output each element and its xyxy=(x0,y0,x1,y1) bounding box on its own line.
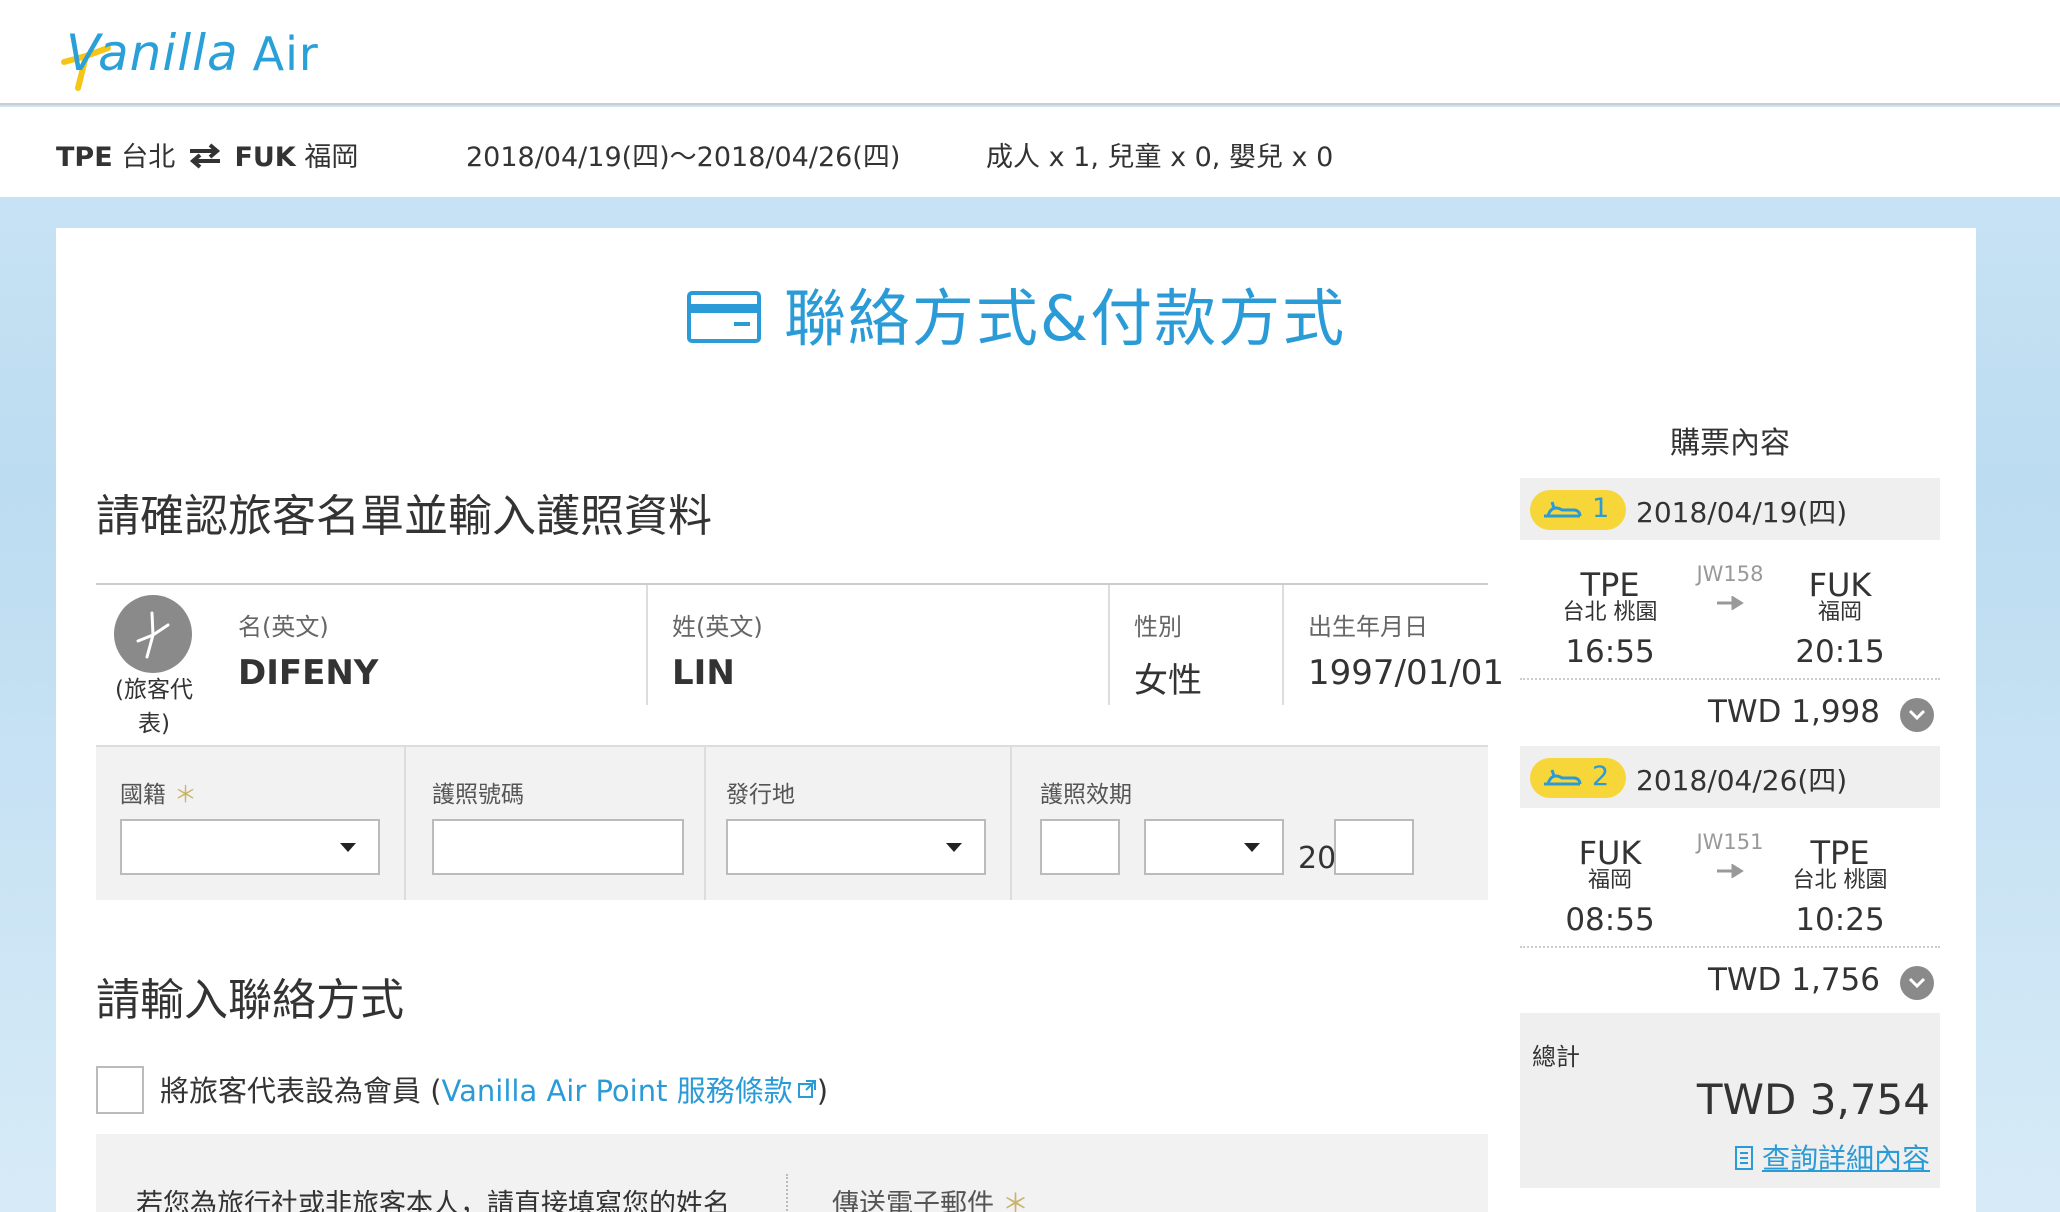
plane-icon xyxy=(1544,501,1582,518)
leg-price: TWD 1,756 xyxy=(1707,962,1880,998)
leg-header: 2 2018/04/26(四) xyxy=(1520,746,1940,808)
external-link-icon xyxy=(797,1080,816,1098)
expand-button[interactable] xyxy=(1900,698,1934,732)
issuing-place-select[interactable] xyxy=(726,819,986,875)
contact-section-title: 請輸入聯絡方式 xyxy=(96,975,404,1026)
avatar xyxy=(114,595,192,673)
logo-wordmark: Vanilla Air xyxy=(66,24,319,82)
issuing-place-label: 發行地 xyxy=(726,782,795,808)
passenger-section-title: 請確認旅客名單並輸入護照資料 xyxy=(96,491,712,542)
vanilla-air-logo[interactable]: Vanilla Air xyxy=(56,18,319,94)
nationality-select[interactable] xyxy=(120,819,380,875)
chevron-down-icon xyxy=(946,843,962,852)
arrow-right-icon xyxy=(1717,864,1744,878)
expand-button[interactable] xyxy=(1900,966,1934,1000)
leg-date: 2018/04/19(四) xyxy=(1636,496,1848,529)
leg-date: 2018/04/26(四) xyxy=(1636,764,1848,797)
column-divider xyxy=(646,585,648,705)
leg-price-row[interactable]: TWD 1,998 xyxy=(1520,680,1940,746)
total-amount: TWD 3,754 xyxy=(1696,1075,1930,1124)
site-header: Vanilla Air xyxy=(0,0,2060,105)
leg-flight-info: TPE 台北 桃園 16:55 JW158 FUK 福岡 20:15 xyxy=(1520,540,1940,680)
passenger-table: (旅客代表) 名(英文) DIFENY 姓(英文) LIN 性別 女性 出生年月… xyxy=(96,583,1504,900)
sidebar-title: 購票內容 xyxy=(1670,426,1790,461)
credit-card-icon xyxy=(686,291,761,343)
set-member-label: 將旅客代表設為會員 (Vanilla Air Point 服務條款) xyxy=(160,1074,829,1108)
passport-number-input[interactable] xyxy=(432,819,684,875)
leg-badge: 2 xyxy=(1530,758,1626,798)
view-details-link[interactable]: 查詢詳細內容 xyxy=(1734,1137,1930,1177)
column-divider xyxy=(704,747,706,900)
plane-icon xyxy=(1544,769,1582,786)
document-icon xyxy=(1734,1146,1753,1170)
contact-divider xyxy=(786,1174,788,1212)
arrival-airport: TPE 台北 桃園 10:25 xyxy=(1792,834,1888,938)
leg-flight-info: FUK 福岡 08:55 JW151 TPE 台北 桃園 10:25 xyxy=(1520,808,1940,948)
set-member-checkbox[interactable] xyxy=(96,1066,144,1114)
gender-value: 女性 xyxy=(1134,661,1202,701)
representative-label: (旅客代表) xyxy=(115,677,193,737)
last-name-value: LIN xyxy=(672,653,735,693)
departure-airport: FUK 福岡 08:55 xyxy=(1565,834,1655,938)
chevron-down-icon xyxy=(340,843,356,852)
chevron-down-icon xyxy=(1908,709,1926,721)
expiry-year-input[interactable] xyxy=(1334,819,1414,875)
leg-price-row[interactable]: TWD 1,756 xyxy=(1520,948,1940,1014)
required-mark: ＊ xyxy=(1002,1189,1029,1212)
main-card: 聯絡方式&付款方式 請確認旅客名單並輸入護照資料 (旅客代表) 名(英文) DI… xyxy=(56,228,1976,1212)
last-name-label: 姓(英文) xyxy=(672,613,763,641)
expiry-month-select[interactable] xyxy=(1144,819,1284,875)
passport-expiry-label: 護照效期 xyxy=(1040,782,1132,808)
total-label: 總計 xyxy=(1532,1043,1580,1071)
passport-row: 國籍＊ 護照號碼 發行地 護照效期 20 xyxy=(96,745,1488,900)
nationality-label: 國籍＊ xyxy=(120,782,197,808)
route-summary: TPE 台北 FUK 福岡 xyxy=(56,142,359,173)
leg-header: 1 2018/04/19(四) xyxy=(1520,478,1940,540)
column-divider xyxy=(1010,747,1012,900)
leg-badge: 1 xyxy=(1530,490,1626,530)
gender-label: 性別 xyxy=(1134,613,1182,641)
agency-note: 若您為旅行社或非旅客本人，請直接填寫您的姓名 xyxy=(136,1189,730,1212)
passenger-count: 成人 x 1, 兒童 x 0, 嬰兒 x 0 xyxy=(986,142,1334,173)
arrow-right-icon xyxy=(1717,596,1744,610)
first-name-value: DIFENY xyxy=(238,653,379,693)
travel-dates: 2018/04/19(四)～2018/04/26(四) xyxy=(466,142,901,173)
column-divider xyxy=(404,747,406,900)
round-trip-arrows-icon xyxy=(189,143,220,169)
chevron-down-icon xyxy=(1908,977,1926,989)
column-divider xyxy=(1108,585,1110,705)
search-summary-bar: TPE 台北 FUK 福岡 2018/04/19(四)～2018/04/26(四… xyxy=(0,107,2060,197)
expiry-year-prefix: 20 xyxy=(1298,841,1337,876)
arrival-airport: FUK 福岡 20:15 xyxy=(1795,566,1885,670)
required-mark: ＊ xyxy=(174,782,197,808)
dob-value: 1997/01/01 xyxy=(1308,653,1504,693)
chevron-down-icon xyxy=(1244,843,1260,852)
booking-summary-sidebar: 購票內容 1 2018/04/19(四) TPE 台北 桃園 16:55 JW1… xyxy=(1520,228,1940,1212)
departure-airport: TPE 台北 桃園 16:55 xyxy=(1562,566,1658,670)
column-divider xyxy=(1282,585,1284,705)
passenger-star-icon xyxy=(136,611,170,659)
send-email-label: 傳送電子郵件＊ xyxy=(832,1182,1029,1212)
passport-number-label: 護照號碼 xyxy=(432,782,524,808)
contact-form: 若您為旅行社或非旅客本人，請直接填寫您的姓名 傳送電子郵件＊ xyxy=(96,1134,1488,1212)
first-name-label: 名(英文) xyxy=(238,613,329,641)
leg-price: TWD 1,998 xyxy=(1707,694,1880,730)
passenger-row: (旅客代表) 名(英文) DIFENY 姓(英文) LIN 性別 女性 出生年月… xyxy=(96,585,1504,745)
dob-label: 出生年月日 xyxy=(1308,613,1428,641)
expiry-day-input[interactable] xyxy=(1040,819,1120,875)
total-box: 總計 TWD 3,754 查詢詳細內容 xyxy=(1520,1013,1940,1188)
point-terms-link[interactable]: Vanilla Air Point 服務條款 xyxy=(442,1074,817,1108)
